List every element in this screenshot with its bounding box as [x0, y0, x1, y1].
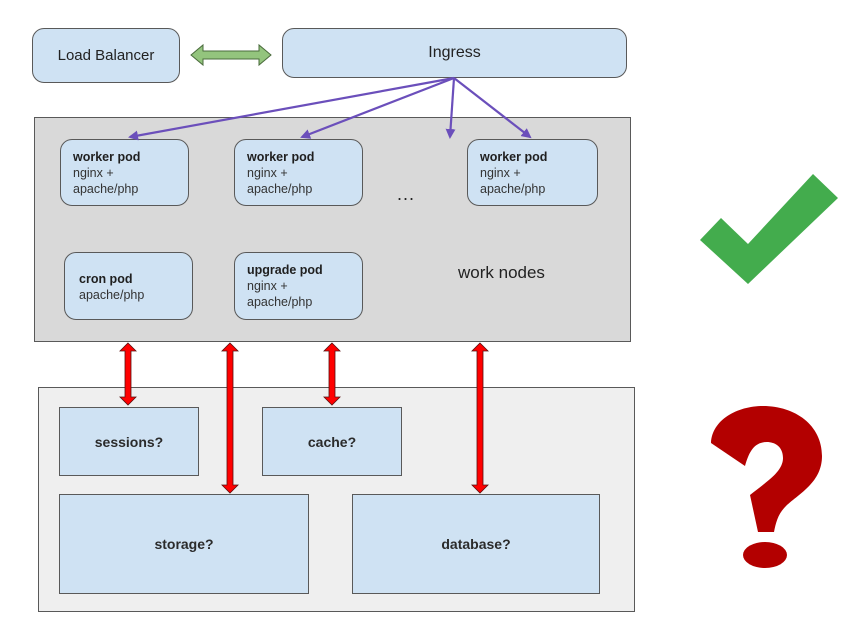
ingress-arrows — [128, 76, 532, 141]
arrow-work-sessions — [119, 342, 137, 406]
ingress-arrow-more — [445, 77, 456, 139]
ingress-arrow-worker-2 — [300, 76, 455, 139]
connectors-layer — [119, 43, 838, 568]
arrow-work-cache — [323, 342, 341, 406]
check-mark-icon — [700, 174, 838, 284]
arrow-work-database — [471, 342, 489, 494]
ingress-arrow-worker-3 — [453, 77, 532, 139]
arrow-work-storage — [221, 342, 239, 494]
lb-ingress-arrow — [190, 43, 272, 67]
data-arrows — [119, 342, 489, 494]
ingress-arrow-worker-1 — [128, 76, 455, 141]
question-mark-icon — [711, 406, 822, 568]
